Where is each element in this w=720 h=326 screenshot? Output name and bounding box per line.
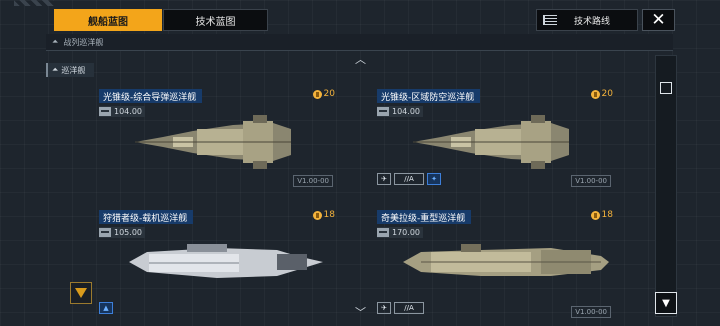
ship-class-icon: ⏶: [52, 65, 59, 74]
ship-card[interactable]: 光锥级-综合导弹巡洋舰 20 104.00 V1.00-00: [99, 89, 335, 193]
ship-image: [403, 244, 609, 276]
aircraft-icon: ✈: [377, 173, 391, 185]
gauge-icon: [377, 228, 389, 237]
ship-cost: 18: [590, 210, 613, 220]
rail-item-class[interactable]: [660, 194, 672, 206]
tab-ship-blueprints[interactable]: 舰船蓝图: [54, 9, 162, 31]
ship-image: [129, 244, 323, 278]
rail-item-class[interactable]: [660, 252, 672, 264]
edge-decoration: [14, 0, 54, 6]
rail-item-cruiser[interactable]: [660, 82, 672, 94]
ship-tags: ✈ //A ✦: [377, 173, 441, 185]
ship-class-icon: ⏶: [52, 37, 59, 46]
ship-title: 光锥级-综合导弹巡洋舰: [99, 89, 203, 103]
breadcrumb-label: 战列巡洋舰: [63, 37, 104, 47]
ship-title: 奇美拉级-重型巡洋舰: [377, 210, 472, 224]
breadcrumb[interactable]: ⏶ 战列巡洋舰: [46, 34, 673, 51]
gauge-icon: [99, 228, 111, 237]
ship-tags: ▲: [99, 302, 113, 314]
ship-tags: ✈ //A: [377, 302, 424, 314]
carrier-icon: ▲: [99, 302, 113, 314]
coin-icon: [590, 210, 600, 220]
anti-air-icon: ✦: [427, 173, 441, 185]
ship-image: [135, 115, 291, 169]
ship-version: V1.00-00: [571, 175, 611, 187]
ship-card[interactable]: 狩猎者级-载机巡洋舰 18 105.00 ▲: [99, 210, 335, 314]
gauge-icon: [377, 107, 389, 116]
category-rail: [655, 55, 677, 317]
ship-title: 光锥级-区域防空巡洋舰: [377, 89, 481, 103]
tab-tech-blueprints[interactable]: 技术蓝图: [163, 9, 268, 31]
ship-card[interactable]: 奇美拉级-重型巡洋舰 18 170.00 ✈ //A V1.00-00: [377, 210, 613, 318]
ship-version: V1.00-00: [571, 306, 611, 318]
ship-title: 狩猎者级-载机巡洋舰: [99, 210, 194, 224]
coin-icon: [312, 89, 322, 99]
ship-cost: 20: [590, 89, 613, 99]
section-label: ⏶ 巡洋舰: [46, 63, 94, 77]
filter-icon: ▼: [662, 297, 670, 309]
scroll-down-icon[interactable]: ﹀: [355, 304, 366, 320]
ship-cost: 18: [312, 210, 335, 220]
tech-route-button[interactable]: 技术路线: [536, 9, 638, 31]
filter-button[interactable]: ▼: [655, 292, 677, 314]
ship-version: V1.00-00: [293, 175, 333, 187]
gauge-icon: [99, 107, 111, 116]
rank-icon: [75, 288, 87, 298]
rank-badge[interactable]: [70, 282, 92, 304]
ship-tag: //A: [394, 302, 424, 314]
ship-card[interactable]: 光锥级-区域防空巡洋舰 20 104.00 ✈ //A ✦ V1.00-00: [377, 89, 613, 193]
close-button[interactable]: ✕: [642, 9, 675, 31]
ship-image: [413, 115, 569, 169]
list-icon: [543, 15, 557, 25]
rail-item-class[interactable]: [660, 138, 672, 150]
section-label-text: 巡洋舰: [61, 65, 86, 75]
ship-cost: 20: [312, 89, 335, 99]
coin-icon: [590, 89, 600, 99]
tech-route-label: 技术路线: [573, 16, 610, 27]
close-icon: ✕: [651, 9, 666, 30]
aircraft-icon: ✈: [377, 302, 391, 314]
coin-icon: [312, 210, 322, 220]
ship-tag: //A: [394, 173, 424, 185]
scroll-up-icon[interactable]: ︿: [355, 51, 366, 67]
